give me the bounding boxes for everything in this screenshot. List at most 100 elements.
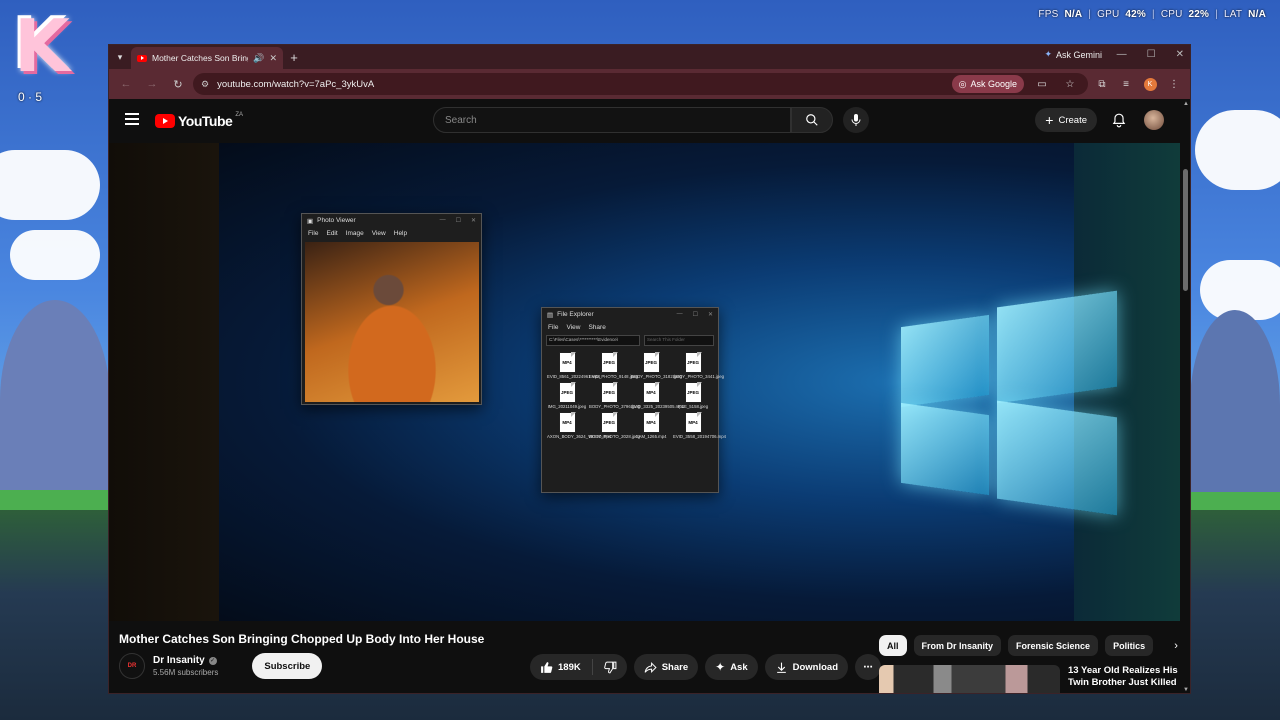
fps-label: FPS: [1038, 9, 1059, 20]
search-button[interactable]: [791, 107, 833, 133]
file-icon: JPEG: [600, 352, 618, 373]
voice-search-button[interactable]: [843, 107, 869, 133]
back-icon[interactable]: ←: [115, 73, 137, 95]
bell-icon: [1112, 113, 1126, 128]
recommended-video[interactable]: 13 Year Old Realizes His Twin Brother Ju…: [879, 665, 1178, 693]
video-actions: 189K Share ✦ Ask Download ⋯: [530, 654, 882, 680]
dislike-button[interactable]: [603, 661, 617, 674]
ask-button[interactable]: ✦ Ask: [705, 654, 758, 680]
video-side-panel: [109, 143, 219, 621]
grass-decoration: [1190, 492, 1280, 512]
bookmark-star-icon[interactable]: ☆: [1060, 74, 1080, 94]
profile-avatar: K: [1143, 77, 1157, 91]
new-tab-button[interactable]: +: [283, 50, 305, 65]
site-info-icon[interactable]: ⚙: [201, 79, 209, 90]
file-icon: MP4: [558, 352, 576, 373]
menu-item: Help: [393, 229, 408, 237]
menu-item: Share: [588, 323, 606, 331]
file-explorer-title: File Explorer: [557, 311, 594, 318]
reload-icon[interactable]: ↻: [167, 73, 189, 95]
like-dislike-group: 189K: [530, 654, 627, 680]
chip-forensic-science[interactable]: Forensic Science: [1008, 635, 1099, 656]
file-name: EVID_PHOTO_9148.jpeg: [589, 374, 638, 379]
subscribe-button[interactable]: Subscribe: [252, 653, 323, 679]
notifications-button[interactable]: [1112, 113, 1126, 133]
file-explorer-window: ▤ File Explorer — ☐ ✕ File View Share C:\F…: [541, 307, 726, 493]
like-button[interactable]: 189K: [540, 661, 581, 674]
recommended-thumbnail[interactable]: [879, 665, 1060, 693]
video-player[interactable]: ▣ Photo Viewer — ☐ ✕ File Edit Image View …: [109, 143, 1182, 621]
thumbs-up-icon: [541, 661, 553, 673]
reading-list-icon[interactable]: ≡: [1116, 74, 1136, 94]
file-name: BODY_PHOTO_3182.jpeg: [631, 374, 683, 379]
channel-name[interactable]: Dr Insanity: [153, 655, 205, 666]
menu-item: File: [308, 229, 319, 237]
file-icon: JPEG: [600, 382, 618, 403]
tab-search-icon[interactable]: ▾: [109, 45, 131, 69]
photo-image: [305, 242, 479, 402]
chip-all[interactable]: All: [879, 635, 907, 656]
file-item: JPEG BODY_PHOTO_3796.jpeg: [588, 382, 641, 409]
menu-item: File: [548, 323, 559, 331]
address-bar[interactable]: ⚙ youtube.com/watch?v=7aPc_3ykUvA ◎ Ask …: [193, 73, 1088, 95]
more-icon: ⋯: [863, 661, 873, 673]
file-grid: MP4 EVID_8561_20224961.mp4 JPEG EVID_PHOTO…: [542, 348, 726, 443]
close-tab-icon[interactable]: ✕: [269, 53, 277, 64]
ask-gemini-button[interactable]: ✦ Ask Gemini: [1044, 49, 1102, 60]
profile-button[interactable]: K: [1140, 74, 1160, 94]
page-scrollbar[interactable]: ▲ ▼: [1180, 99, 1190, 693]
file-name: BODY_PHOTO_3796.jpeg: [589, 404, 641, 409]
speaker-icon[interactable]: 🔊: [253, 53, 264, 64]
minimize-icon[interactable]: —: [1117, 49, 1127, 60]
create-button[interactable]: + Create: [1035, 108, 1097, 132]
ask-label: Ask: [730, 661, 748, 673]
cast-icon[interactable]: ▭: [1032, 74, 1052, 94]
share-button[interactable]: Share: [633, 654, 699, 680]
mini-window-controls: — ☐ ✕: [439, 217, 476, 224]
browser-tab[interactable]: Mother Catches Son Bringing Chopped Up B…: [131, 47, 283, 69]
browser-window: ▾ Mother Catches Son Bringing Chopped Up…: [108, 44, 1191, 694]
channel-avatar[interactable]: DR: [119, 653, 145, 679]
scroll-up-icon[interactable]: ▲: [1183, 101, 1189, 107]
youtube-logo[interactable]: YouTube ZA: [155, 112, 243, 129]
separator: |: [1088, 9, 1092, 20]
url-text[interactable]: youtube.com/watch?v=7aPc_3ykUvA: [217, 79, 944, 90]
microphone-icon: [851, 114, 861, 126]
menu-item: Image: [345, 229, 364, 237]
extensions-icon[interactable]: ⧉: [1092, 74, 1112, 94]
scroll-down-icon[interactable]: ▼: [1183, 687, 1189, 693]
file-name: CAM_1265.mp4: [635, 434, 667, 439]
file-name: BODY_PHOTO_3441.jpeg: [673, 374, 725, 379]
folder-icon: ▤: [547, 311, 554, 319]
logo-pane: [901, 314, 989, 408]
browser-toolbar: ← → ↻ ⚙ youtube.com/watch?v=7aPc_3ykUvA …: [109, 69, 1190, 99]
scroll-thumb[interactable]: [1183, 169, 1188, 291]
video-title: Mother Catches Son Bringing Chopped Up B…: [119, 632, 485, 646]
hamburger-menu-icon[interactable]: [125, 113, 139, 128]
more-actions-button[interactable]: ⋯: [855, 654, 882, 680]
search-input[interactable]: Search: [433, 107, 791, 133]
chip-politics[interactable]: Politics: [1105, 635, 1154, 656]
lat-label: LAT: [1223, 9, 1243, 20]
subscriber-count: 5.56M subscribers: [153, 668, 219, 677]
mini-window-controls: — ☐ ✕: [676, 311, 713, 318]
file-name: EVID_8561_20224961.mp4: [547, 374, 601, 379]
recommended-title[interactable]: 13 Year Old Realizes His Twin Brother Ju…: [1068, 665, 1178, 693]
file-name: FILE_5158.jpeg: [677, 404, 709, 409]
chip-from-channel[interactable]: From Dr Insanity: [913, 635, 1002, 656]
photo-viewer-window: ▣ Photo Viewer — ☐ ✕ File Edit Image View …: [301, 213, 482, 405]
browser-menu-icon[interactable]: ⋮: [1164, 74, 1184, 94]
download-button[interactable]: Download: [764, 654, 849, 680]
maximize-icon[interactable]: ☐: [1147, 49, 1156, 60]
ask-google-button[interactable]: ◎ Ask Google: [951, 75, 1024, 93]
windows-logo: [901, 290, 1121, 516]
file-explorer-titlebar: ▤ File Explorer — ☐ ✕: [542, 308, 718, 321]
file-name: BODY_PHOTO_2028.jpeg: [589, 434, 641, 439]
youtube-play-icon: [155, 114, 175, 128]
close-window-icon[interactable]: ✕: [1176, 49, 1184, 60]
user-avatar[interactable]: [1144, 110, 1164, 130]
forward-icon[interactable]: →: [141, 73, 163, 95]
google-lens-icon: ◎: [958, 78, 967, 89]
tab-title: Mother Catches Son Bringing Chopped Up B…: [152, 53, 248, 63]
file-name: AXON_BODY_3624_VIDEO.mp4: [547, 434, 612, 439]
